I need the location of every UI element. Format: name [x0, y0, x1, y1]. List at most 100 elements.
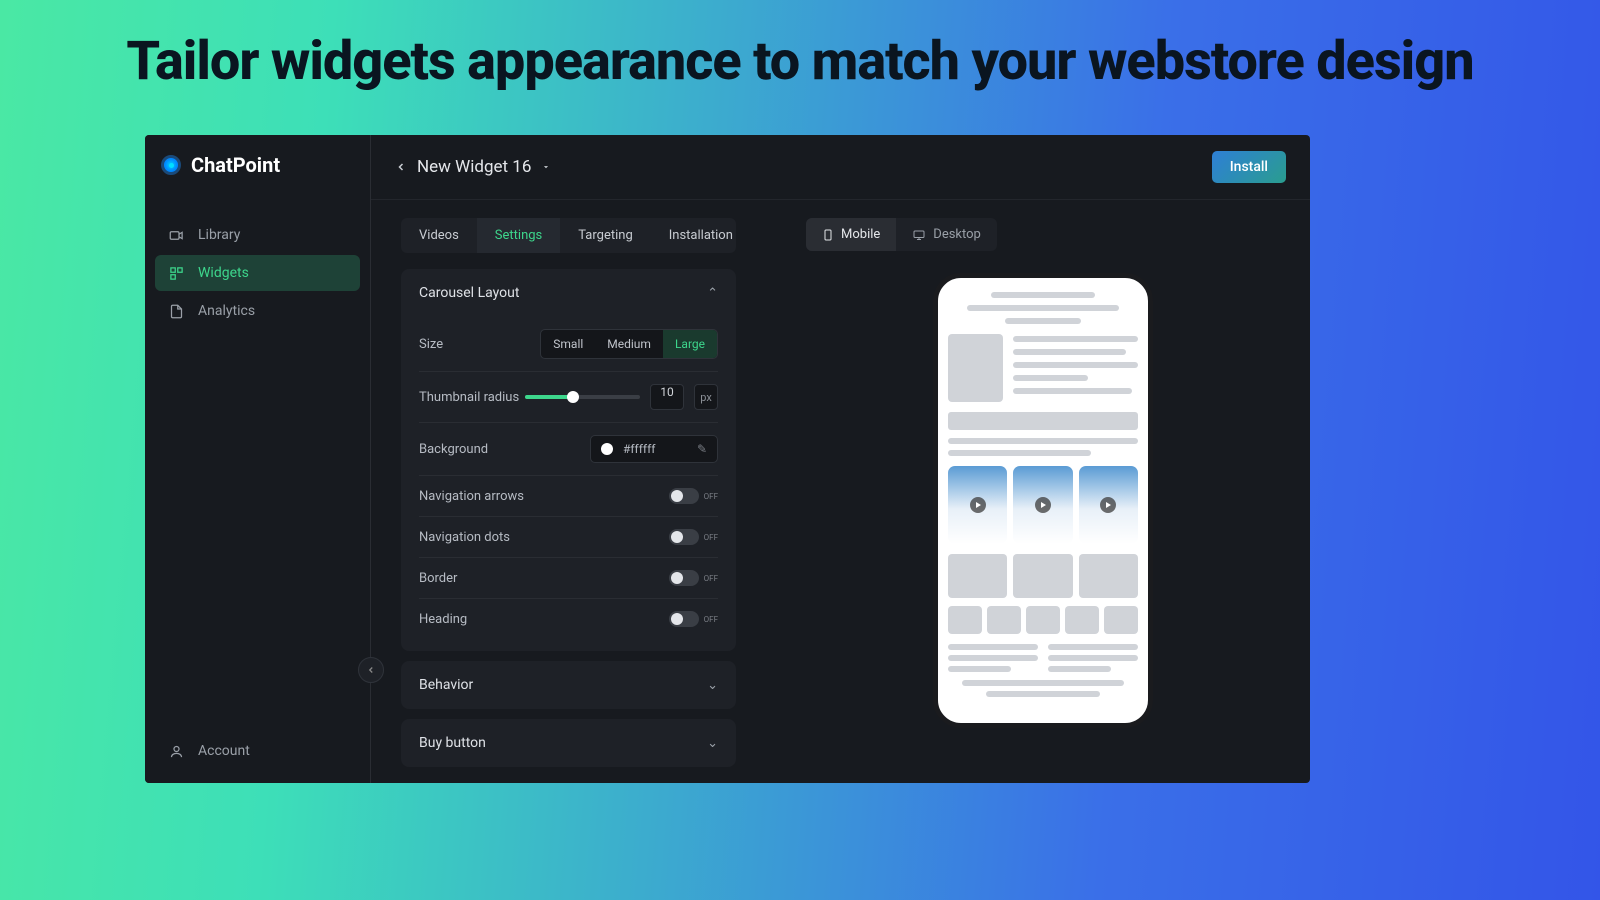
- size-medium[interactable]: Medium: [595, 330, 663, 358]
- radius-label: Thumbnail radius: [419, 390, 519, 405]
- placeholder-line: [1013, 362, 1138, 368]
- placeholder-line: [948, 450, 1091, 456]
- placeholder-line: [1013, 349, 1126, 355]
- nav-arrows-toggle[interactable]: [669, 488, 699, 504]
- install-button[interactable]: Install: [1212, 151, 1286, 183]
- preview-header: [948, 334, 1138, 402]
- breadcrumb[interactable]: New Widget 16: [395, 157, 551, 177]
- settings-column: Videos Settings Targeting Installation C…: [401, 218, 736, 777]
- size-large[interactable]: Large: [663, 330, 717, 358]
- border-label: Border: [419, 571, 457, 586]
- panel-title: Buy button: [419, 735, 486, 751]
- video-thumb: [948, 466, 1007, 544]
- sidebar-item-analytics[interactable]: Analytics: [155, 293, 360, 329]
- preview-column: Mobile Desktop: [806, 218, 1280, 777]
- placeholder-line: [991, 292, 1096, 298]
- page-title: New Widget 16: [417, 157, 531, 177]
- mobile-icon: [822, 228, 834, 242]
- tab-targeting[interactable]: Targeting: [560, 218, 650, 253]
- toggle-state: Off: [704, 615, 718, 624]
- play-icon: [1100, 497, 1116, 513]
- chevron-left-icon: [395, 161, 407, 173]
- placeholder-line: [1048, 644, 1138, 650]
- logo-row: ChatPoint: [145, 135, 370, 193]
- placeholder-lines: [1013, 334, 1138, 402]
- background-color-field[interactable]: #ffffff ✎: [590, 435, 718, 463]
- toggle-state: Off: [704, 533, 718, 542]
- slider-thumb[interactable]: [567, 391, 579, 403]
- chevron-down-icon: ⌄: [707, 678, 718, 693]
- placeholder-line: [962, 680, 1124, 686]
- placeholder-squares: [948, 606, 1138, 634]
- radius-input[interactable]: 10: [650, 384, 684, 410]
- placeholder-line: [967, 305, 1119, 311]
- content: Videos Settings Targeting Installation C…: [371, 200, 1310, 783]
- placeholder-square: [1065, 606, 1099, 634]
- placeholder-line: [1048, 666, 1111, 672]
- row-nav-arrows: Navigation arrows Off: [419, 475, 718, 516]
- account-label: Account: [198, 743, 250, 759]
- panel-behavior[interactable]: Behavior ⌄: [401, 661, 736, 709]
- nav-dots-toggle[interactable]: [669, 529, 699, 545]
- topbar: New Widget 16 Install: [371, 135, 1310, 200]
- device-tab-desktop[interactable]: Desktop: [896, 218, 997, 251]
- placeholder-grid: [948, 554, 1138, 598]
- tab-settings[interactable]: Settings: [477, 218, 560, 253]
- radius-slider[interactable]: [525, 395, 640, 399]
- device-tab-label: Mobile: [841, 227, 880, 242]
- placeholder-line: [1048, 655, 1138, 661]
- device-tab-mobile[interactable]: Mobile: [806, 218, 896, 251]
- border-toggle[interactable]: [669, 570, 699, 586]
- brand-name: ChatPoint: [191, 153, 280, 177]
- sidebar-item-widgets[interactable]: Widgets: [155, 255, 360, 291]
- placeholder-cell: [948, 554, 1007, 598]
- nav-arrows-label: Navigation arrows: [419, 489, 524, 504]
- placeholder-line: [948, 438, 1138, 444]
- play-icon: [1035, 497, 1051, 513]
- placeholder-line: [1013, 336, 1138, 342]
- device-tab-label: Desktop: [933, 227, 981, 242]
- panel-header[interactable]: Carousel Layout ⌃: [401, 269, 736, 317]
- placeholder-square: [948, 606, 982, 634]
- row-border: Border Off: [419, 557, 718, 598]
- placeholder-square: [1026, 606, 1060, 634]
- sidebar-item-label: Analytics: [198, 303, 255, 319]
- account-link[interactable]: Account: [145, 729, 370, 773]
- panel-buy-button[interactable]: Buy button ⌄: [401, 719, 736, 767]
- caret-down-icon: [541, 162, 551, 172]
- tab-videos[interactable]: Videos: [401, 218, 477, 253]
- heading-label: Heading: [419, 612, 467, 627]
- placeholder-square: [1104, 606, 1138, 634]
- placeholder-columns: [948, 644, 1138, 672]
- tabs: Videos Settings Targeting Installation: [401, 218, 736, 253]
- toggle-state: Off: [704, 574, 718, 583]
- heading-toggle[interactable]: [669, 611, 699, 627]
- color-swatch: [601, 443, 613, 455]
- size-segmented: Small Medium Large: [540, 329, 718, 359]
- page-headline: Tailor widgets appearance to match your …: [0, 0, 1600, 113]
- size-small[interactable]: Small: [541, 330, 595, 358]
- tab-installation[interactable]: Installation: [651, 218, 736, 253]
- play-icon: [970, 497, 986, 513]
- device-tabs: Mobile Desktop: [806, 218, 997, 251]
- placeholder-line: [948, 655, 1038, 661]
- panel-title: Behavior: [419, 677, 473, 693]
- app-window: ChatPoint Library Widgets Analytics Acco…: [145, 135, 1310, 783]
- logo-icon: [161, 155, 181, 175]
- chevron-left-icon: [366, 665, 376, 675]
- nav-dots-label: Navigation dots: [419, 530, 510, 545]
- main-area: New Widget 16 Install Videos Settings Ta…: [371, 135, 1310, 783]
- chevron-down-icon: ⌄: [707, 736, 718, 751]
- row-size: Size Small Medium Large: [419, 317, 718, 371]
- row-thumbnail-radius: Thumbnail radius 10 px: [419, 371, 718, 422]
- sidebar-collapse-button[interactable]: [358, 657, 384, 683]
- sidebar-item-library[interactable]: Library: [155, 217, 360, 253]
- desktop-icon: [912, 229, 926, 241]
- placeholder-block: [948, 412, 1138, 430]
- phone-preview: [933, 273, 1153, 728]
- document-icon: [169, 304, 184, 319]
- widgets-icon: [169, 266, 184, 281]
- sidebar: ChatPoint Library Widgets Analytics Acco…: [145, 135, 371, 783]
- video-carousel-preview: [948, 466, 1138, 544]
- toggle-state: Off: [704, 492, 718, 501]
